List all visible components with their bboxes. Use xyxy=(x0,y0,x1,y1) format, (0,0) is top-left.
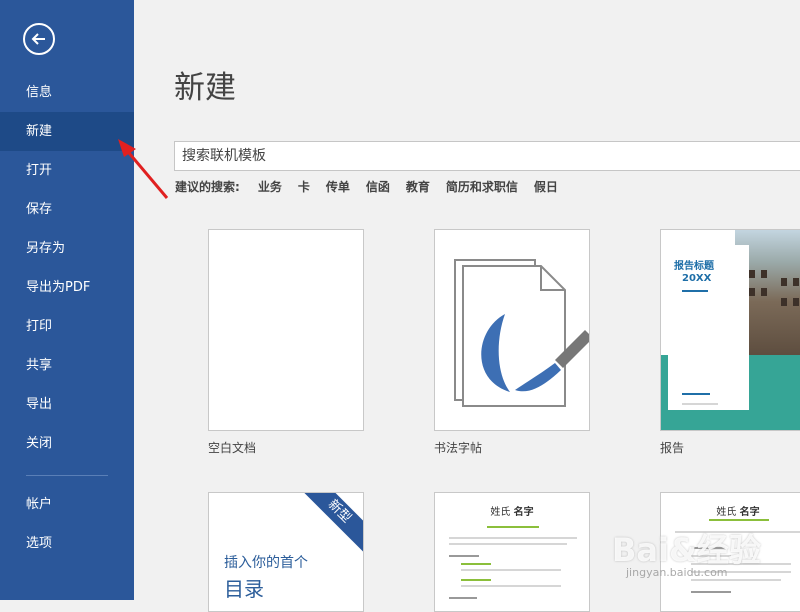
nav-export-pdf[interactable]: 导出为PDF xyxy=(0,268,134,307)
nav-save-as[interactable]: 另存为 xyxy=(0,229,134,268)
new-badge: 新型 xyxy=(295,493,363,556)
nav-options[interactable]: 选项 xyxy=(0,524,134,563)
search-input[interactable] xyxy=(175,142,800,170)
arrow-left-icon xyxy=(31,33,45,45)
suggest-link-business[interactable]: 业务 xyxy=(258,180,282,194)
suggested-label: 建议的搜索: xyxy=(175,180,240,194)
suggest-link-card[interactable]: 卡 xyxy=(298,180,310,194)
resume-line xyxy=(691,591,731,593)
annotation-arrow-icon xyxy=(118,139,169,199)
report-line xyxy=(682,403,718,405)
template-label-calligraphy: 书法字帖 xyxy=(434,441,483,455)
nav-print[interactable]: 打印 xyxy=(0,307,134,346)
template-table-of-contents[interactable]: 新型 插入你的首个 目录 xyxy=(208,492,364,612)
resume-line xyxy=(449,543,567,545)
report-year: 20XX xyxy=(682,273,712,284)
template-label-blank: 空白文档 xyxy=(208,441,257,455)
resume-line xyxy=(461,569,561,571)
back-button[interactable] xyxy=(23,23,55,55)
nav-divider xyxy=(26,475,108,476)
resume-name: 姓氏 名字 xyxy=(716,507,760,518)
resume-line xyxy=(461,563,491,565)
calligraphy-icon xyxy=(454,259,589,407)
resume-line xyxy=(461,579,491,581)
template-report[interactable]: 报告标题 20XX xyxy=(660,229,800,431)
nav-share[interactable]: 共享 xyxy=(0,346,134,385)
watermark: Bai&经验 xyxy=(612,531,761,569)
suggest-link-education[interactable]: 教育 xyxy=(406,180,430,194)
report-cover-card: 报告标题 20XX xyxy=(668,245,749,410)
toc-heading-line2: 目录 xyxy=(224,577,264,601)
template-calligraphy[interactable] xyxy=(434,229,590,431)
suggest-link-letter[interactable]: 信函 xyxy=(366,180,390,194)
resume-line xyxy=(709,519,769,521)
suggest-link-resume[interactable]: 简历和求职信 xyxy=(446,180,518,194)
suggest-link-holiday[interactable]: 假日 xyxy=(534,180,558,194)
watermark-url: jingyan.baidu.com xyxy=(626,566,728,579)
toc-heading-line1: 插入你的首个 xyxy=(224,555,308,571)
nav-export[interactable]: 导出 xyxy=(0,385,134,424)
template-blank-document[interactable] xyxy=(208,229,364,431)
resume-line xyxy=(449,597,477,599)
backstage-sidebar: 信息 新建 打开 保存 另存为 导出为PDF 打印 共享 导出 关闭 帐户 选项 xyxy=(0,0,134,600)
resume-line xyxy=(449,555,479,557)
nav-info[interactable]: 信息 xyxy=(0,73,134,112)
report-line xyxy=(682,393,710,395)
suggest-link-flyer[interactable]: 传单 xyxy=(326,180,350,194)
page-title: 新建 xyxy=(174,70,236,106)
template-resume[interactable]: 姓氏 名字 xyxy=(434,492,590,612)
report-rule xyxy=(682,290,708,292)
nav-account[interactable]: 帐户 xyxy=(0,485,134,524)
nav-close[interactable]: 关闭 xyxy=(0,424,134,463)
suggested-searches: 建议的搜索: 业务 卡 传单 信函 教育 简历和求职信 假日 xyxy=(175,178,574,195)
resume-line xyxy=(449,537,577,539)
report-title: 报告标题 xyxy=(674,261,714,272)
resume-line xyxy=(487,526,539,528)
resume-line xyxy=(691,579,781,581)
template-label-report: 报告 xyxy=(660,441,685,455)
resume-name: 姓氏 名字 xyxy=(490,507,534,518)
resume-line xyxy=(461,585,561,587)
search-box[interactable] xyxy=(174,141,800,171)
